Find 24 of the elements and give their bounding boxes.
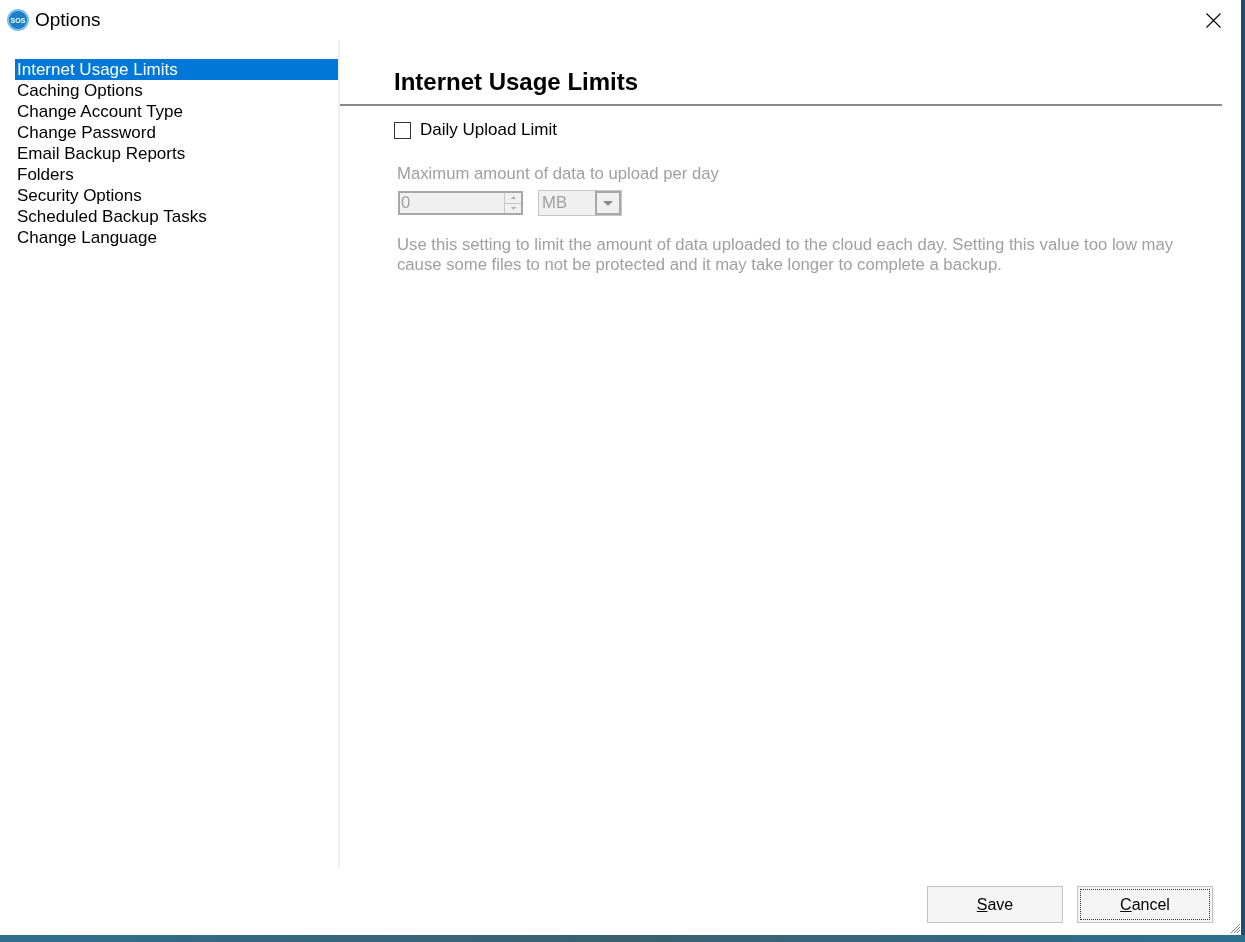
dropdown-value: MB [541, 192, 569, 214]
description-text: Use this setting to limit the amount of data uploaded to the cloud each day. Setting this value too low may cause some files to not be protected and it may take longer to complete a backup. [397, 235, 1175, 275]
section-heading: Internet Usage Limits [394, 67, 640, 97]
sidebar-item[interactable]: Change Password [15, 122, 338, 143]
sidebar-item[interactable]: Folders [15, 164, 338, 185]
field-label: Maximum amount of data to upload per day [397, 164, 719, 184]
caret-icon [603, 200, 613, 206]
down-arrow-icon [510, 206, 516, 210]
sidebar-item[interactable]: Security Options [15, 185, 338, 206]
checkbox[interactable] [394, 121, 411, 139]
sidebar-item[interactable]: Scheduled Backup Tasks [15, 206, 338, 227]
close-icon [1205, 12, 1221, 28]
sidebar-item[interactable]: Internet Usage Limits [15, 59, 338, 80]
save-button[interactable]: Save [927, 886, 1063, 923]
resize-grip-icon [1230, 923, 1241, 934]
sidebar-item[interactable]: Caching Options [15, 80, 338, 101]
sidebar-item[interactable]: Change Language [15, 227, 338, 248]
cancel-button[interactable]: Cancel [1077, 886, 1213, 923]
window-title: Options [35, 7, 101, 32]
spin-value: 0 [400, 193, 412, 213]
checkbox-label: Daily Upload Limit [420, 119, 557, 142]
sidebar-item[interactable]: Change Account Type [15, 101, 338, 122]
up-arrow-icon [510, 196, 516, 200]
sidebar-item[interactable]: Email Backup Reports [15, 143, 338, 164]
